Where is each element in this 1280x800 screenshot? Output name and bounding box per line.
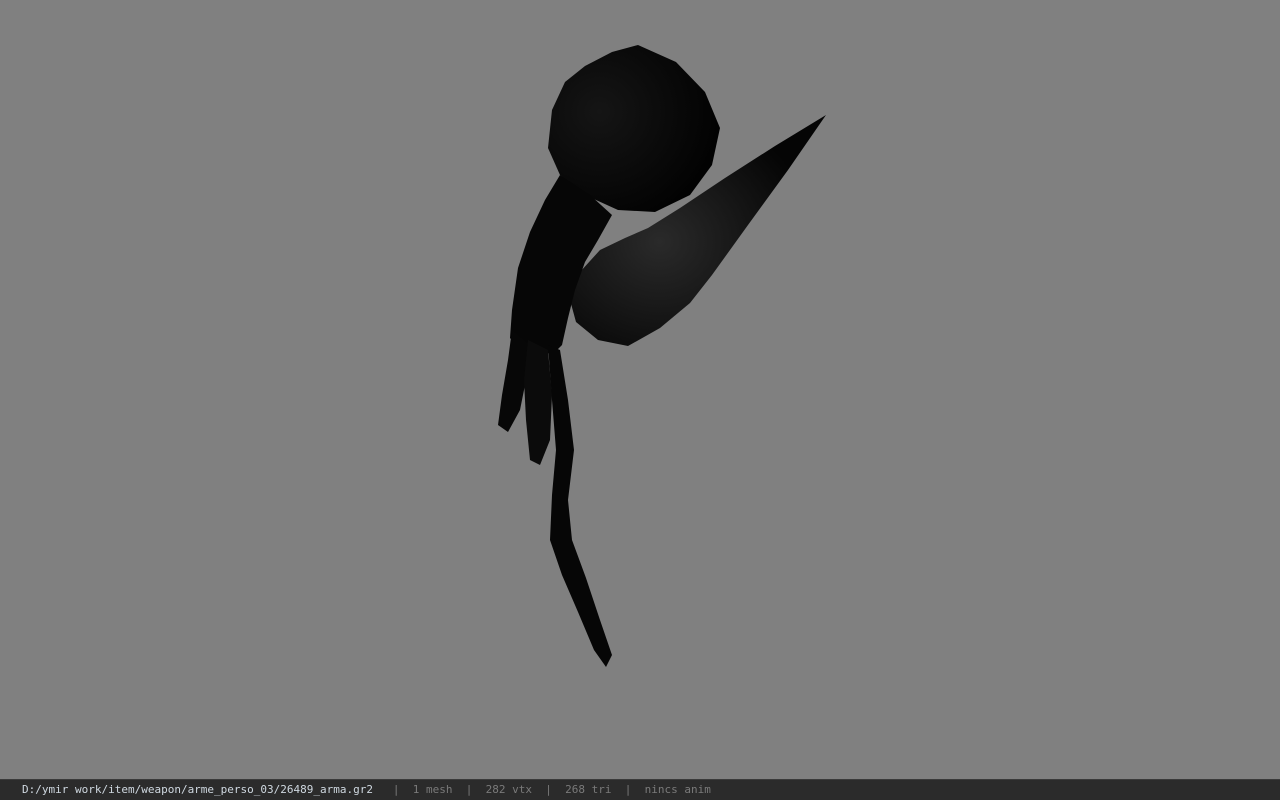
separator: | [392,783,400,796]
mesh-count: 1 mesh [412,783,453,796]
mesh-tendril-mid [524,340,552,465]
weapon-mesh [498,45,826,667]
separator: | [624,783,632,796]
status-bar: D:/ymir work/item/weapon/arme_perso_03/2… [0,779,1280,800]
model-viewport[interactable] [0,0,1280,779]
vertex-count: 282 vtx [485,783,532,796]
triangle-count: 268 tri [565,783,612,796]
separator: | [465,783,473,796]
separator: | [545,783,552,796]
animation-status: nincs anim [644,783,711,796]
mesh-tail [548,345,612,667]
file-path: D:/ymir work/item/weapon/arme_perso_03/2… [22,783,373,796]
